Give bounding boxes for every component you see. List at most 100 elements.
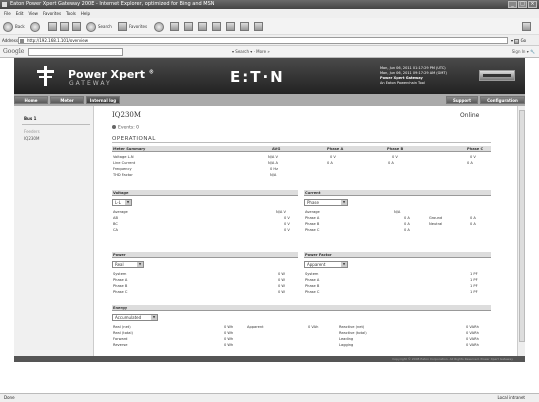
history-icon	[154, 21, 164, 32]
list-item: 0 A	[404, 216, 410, 220]
energy-cell: Apparent	[247, 325, 264, 329]
list-item: Phase C	[113, 290, 128, 294]
energy-cell: 0 VARh	[466, 337, 479, 341]
list-item: Phase A	[305, 216, 320, 220]
mail-button[interactable]	[170, 21, 179, 32]
sidebar-sub[interactable]: Feeders	[24, 129, 40, 134]
favorites-button[interactable]: Favorites	[118, 21, 147, 32]
minimize-button[interactable]: _	[508, 1, 517, 8]
list-item: 0 W	[278, 284, 285, 288]
maximize-button[interactable]: □	[518, 1, 527, 8]
sidebar: Bus 1 Feeders IQ230M	[14, 106, 94, 356]
list-item: Phase C	[305, 228, 320, 232]
search-button[interactable]: Search	[86, 21, 112, 32]
table-row: Real (total)	[113, 331, 133, 335]
menu-edit[interactable]: Edit	[16, 9, 24, 18]
list-item: 0 V	[284, 228, 290, 232]
list-item: 0 W	[278, 290, 285, 294]
list-item: AB	[113, 216, 118, 220]
search-icon	[86, 21, 96, 32]
list-item: Average	[305, 210, 320, 214]
ms-cell: 0 Hz	[270, 167, 279, 171]
google-signin[interactable]: Sign In ▾ 🔧	[512, 49, 535, 54]
menu-help[interactable]: Help	[81, 9, 90, 18]
edit-button[interactable]	[198, 21, 207, 32]
bluetooth-button[interactable]	[254, 21, 263, 32]
list-item: Phase A	[305, 278, 320, 282]
print-button[interactable]	[184, 21, 193, 32]
ms-cell: 0 A	[327, 161, 333, 165]
ms-cell: 0 V	[330, 155, 336, 159]
research-button[interactable]	[240, 21, 249, 32]
menu-tools[interactable]: Tools	[66, 9, 76, 18]
list-item: N/A V	[276, 210, 286, 214]
tab-meter[interactable]: Meter	[50, 96, 84, 104]
list-item: Phase A	[113, 278, 128, 282]
close-button[interactable]: ×	[528, 1, 537, 8]
browser-toolbar: Back Search Favorites	[0, 18, 539, 35]
list-item: 0 A	[404, 228, 410, 232]
google-search-input[interactable]	[28, 48, 123, 56]
energy-cell: 0 Wh	[224, 325, 234, 329]
page-scrollbar[interactable]	[517, 106, 525, 356]
sidebar-title[interactable]: Bus 1	[24, 116, 36, 121]
page-header: Power Xpert ® GATEWAY E:T·N Mon, Jun 06,…	[14, 58, 525, 94]
eaton-logo: E:T·N	[230, 68, 285, 86]
list-item: Phase B	[113, 284, 128, 288]
meter-summary-table: Meter Summary AVG Phase A Phase B Phase …	[112, 146, 491, 180]
history-button[interactable]	[154, 21, 164, 32]
power-factor-select[interactable]: Apparent	[304, 261, 348, 268]
list-item: Phase C	[305, 290, 320, 294]
messenger-button[interactable]	[226, 21, 235, 32]
list-item: Phase B	[305, 284, 320, 288]
power-factor-header: Power Factor	[304, 252, 491, 258]
home-button[interactable]	[72, 21, 81, 32]
tab-configuration[interactable]: Configuration	[480, 96, 525, 104]
menu-view[interactable]: View	[28, 9, 38, 18]
ms-cell: 0 A	[388, 161, 394, 165]
forward-button[interactable]	[30, 21, 40, 32]
list-item: Average	[113, 210, 128, 214]
current-select[interactable]: Phase	[304, 199, 348, 206]
menu-favorites[interactable]: Favorites	[43, 9, 61, 18]
table-row: Line Current	[113, 161, 136, 165]
menu-file[interactable]: File	[4, 9, 11, 18]
list-item: 0 A	[404, 222, 410, 226]
ms-head-0: Meter Summary	[113, 147, 146, 151]
ms-cell: 0 A	[467, 161, 473, 165]
window-title: Eaton Power Xpert Gateway 200E - Interne…	[10, 1, 215, 7]
tab-home[interactable]: Home	[14, 96, 48, 104]
energy-select[interactable]: Accumulated	[112, 314, 158, 321]
table-row: Voltage L-N	[113, 155, 134, 159]
sidebar-item-iq230m[interactable]: IQ230M	[24, 136, 39, 141]
power-header: Power	[112, 252, 298, 258]
go-button[interactable]: ▾ Go	[511, 37, 535, 44]
tab-internal-log[interactable]: Internal log	[86, 96, 120, 104]
forward-arrow-icon	[30, 21, 40, 32]
table-row: Real (net)	[113, 325, 131, 329]
power-select[interactable]: Real	[112, 261, 144, 268]
refresh-button[interactable]	[60, 21, 69, 32]
windows-logo-icon	[522, 22, 531, 31]
current-panel: Current Phase Average N/A Phase A 0 A Gr…	[304, 190, 491, 240]
tab-support[interactable]: Support	[446, 96, 478, 104]
scrollbar-thumb[interactable]	[519, 110, 525, 342]
address-bar: Address http://192.168.1.101/overview ▾ …	[0, 35, 539, 46]
list-item: Neutral	[429, 222, 443, 226]
google-logo: Google	[3, 48, 25, 55]
events-link[interactable]: Events: 0	[112, 125, 139, 131]
star-icon	[118, 22, 127, 31]
list-item: Phase B	[305, 222, 320, 226]
back-button[interactable]: Back	[3, 21, 25, 32]
address-input[interactable]: http://192.168.1.101/overview	[18, 37, 508, 44]
ms-head-4: Phase C	[467, 147, 484, 151]
energy-cell: 0 VARh	[466, 325, 479, 329]
voltage-select[interactable]: L-L	[112, 199, 132, 206]
google-toolbar: Google ▾ Search ▾ · More » Sign In ▾ 🔧	[0, 46, 539, 58]
current-header: Current	[304, 190, 491, 196]
section-operational: OPERATIONAL	[112, 136, 491, 143]
ms-cell: N/A V	[268, 155, 278, 159]
stop-button[interactable]	[48, 21, 57, 32]
google-tools[interactable]: ▾ Search ▾ · More »	[232, 49, 270, 54]
discuss-button[interactable]	[212, 21, 221, 32]
